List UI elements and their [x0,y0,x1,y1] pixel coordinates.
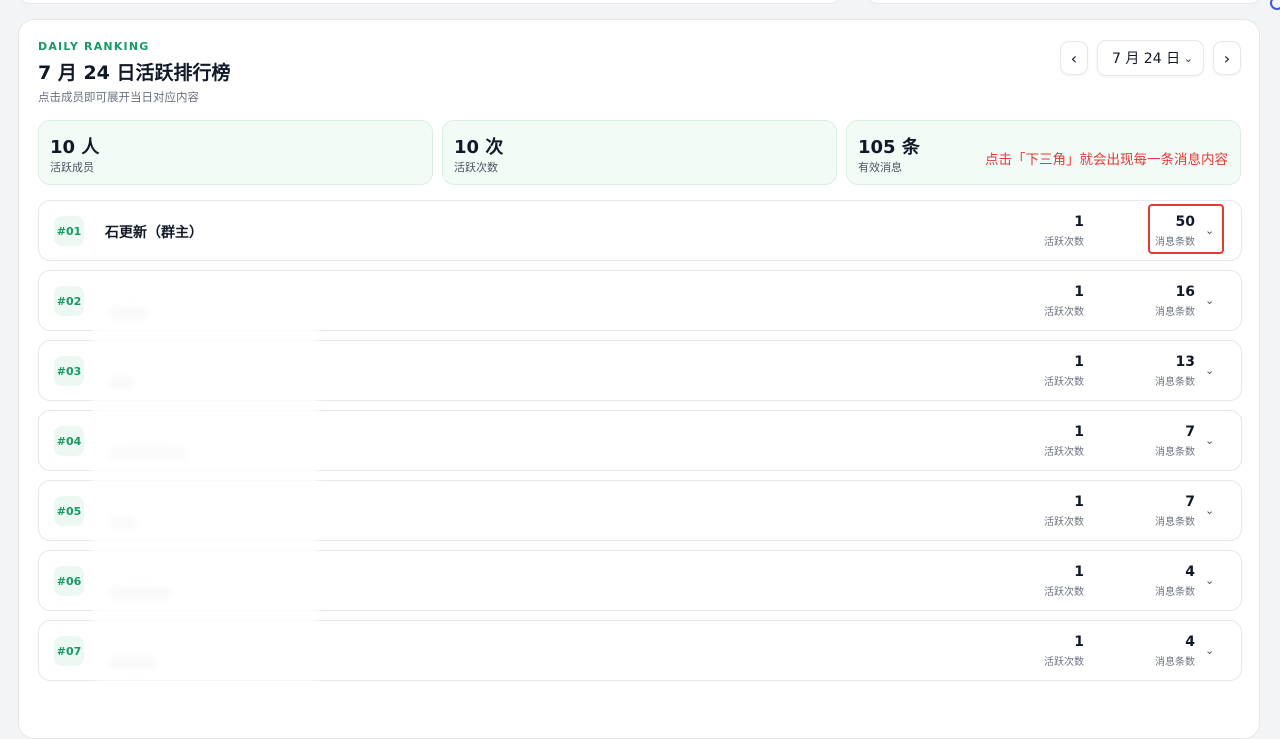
active-caption: 活跃次数 [1044,587,1084,598]
messages-caption: 消息条数 [1155,587,1195,598]
member-name: 石更新（群主） [105,225,203,241]
blurred-member-name [109,586,171,600]
stat-value: 10 次 [454,137,504,158]
active-caption: 活跃次数 [1044,657,1084,668]
annotation-note: 点击「下三角」就会出现每一条消息内容 [985,152,1228,168]
active-count: 1 [1074,214,1084,230]
active-caption: 活跃次数 [1044,307,1084,318]
messages-metric: 4 消息条数 [1135,564,1195,598]
messages-caption: 消息条数 [1155,307,1195,318]
messages-metric: 13 消息条数 [1135,354,1195,388]
message-count: 4 [1185,634,1195,650]
active-count: 1 [1074,284,1084,300]
prev-day-button[interactable]: ‹ [1060,41,1088,75]
messages-caption: 消息条数 [1155,657,1195,668]
stat-value: 10 人 [50,137,100,158]
stat-value: 105 条 [858,137,920,158]
active-metric: 1 活跃次数 [1024,494,1084,528]
blurred-member-name [109,376,135,390]
blurred-member-name [109,306,149,320]
chevron-down-icon: ⌄ [1183,51,1193,65]
ranking-row[interactable]: #06 1 活跃次数 4 消息条数 ⌄ [38,550,1242,611]
messages-caption: 消息条数 [1155,377,1195,388]
rank-badge: #03 [54,356,84,386]
active-count: 1 [1074,634,1084,650]
message-count: 7 [1185,424,1195,440]
messages-metric: 16 消息条数 [1135,284,1195,318]
rank-badge: #04 [54,426,84,456]
blurred-member-name [109,446,187,460]
message-count: 13 [1175,354,1195,370]
cursor-icon [1270,0,1280,10]
rank-badge: #02 [54,286,84,316]
previous-card-edge-right [866,0,1262,4]
active-count: 1 [1074,424,1084,440]
active-metric: 1 活跃次数 [1024,214,1084,248]
expand-chevron-down-icon[interactable]: ⌄ [1205,644,1214,657]
blurred-member-name [109,656,157,670]
ranking-row[interactable]: #04 1 活跃次数 7 消息条数 ⌄ [38,410,1242,471]
rank-badge: #07 [54,636,84,666]
message-count: 16 [1175,284,1195,300]
chevron-right-icon: › [1223,48,1231,68]
date-select[interactable]: 7 月 24 日 ⌄ [1097,40,1204,76]
active-caption: 活跃次数 [1044,447,1084,458]
stat-active-count: 10 次 活跃次数 [442,120,837,185]
message-count: 4 [1185,564,1195,580]
selected-date: 7 月 24 日 [1112,51,1181,67]
active-metric: 1 活跃次数 [1024,424,1084,458]
stat-label: 活跃成员 [50,161,94,174]
ranking-row[interactable]: #05 1 活跃次数 7 消息条数 ⌄ [38,480,1242,541]
section-kicker: DAILY RANKING [38,40,150,53]
active-caption: 活跃次数 [1044,237,1084,248]
stat-label: 有效消息 [858,161,902,174]
messages-metric: 7 消息条数 [1135,494,1195,528]
rank-badge: #01 [54,216,84,246]
active-caption: 活跃次数 [1044,377,1084,388]
rank-badge: #06 [54,566,84,596]
active-metric: 1 活跃次数 [1024,354,1084,388]
active-count: 1 [1074,564,1084,580]
blurred-member-name [109,516,137,530]
ranking-row[interactable]: #02 1 活跃次数 16 消息条数 ⌄ [38,270,1242,331]
active-metric: 1 活跃次数 [1024,284,1084,318]
expand-chevron-down-icon[interactable]: ⌄ [1205,364,1214,377]
stat-label: 活跃次数 [454,161,498,174]
message-count: 7 [1185,494,1195,510]
messages-metric: 4 消息条数 [1135,634,1195,668]
messages-caption: 消息条数 [1155,447,1195,458]
active-metric: 1 活跃次数 [1024,564,1084,598]
rank-badge: #05 [54,496,84,526]
active-metric: 1 活跃次数 [1024,634,1084,668]
expand-chevron-down-icon[interactable]: ⌄ [1205,574,1214,587]
next-day-button[interactable]: › [1213,41,1241,75]
page-subtitle: 点击成员即可展开当日对应内容 [38,90,199,104]
stat-active-members: 10 人 活跃成员 [38,120,433,185]
ranking-row[interactable]: #01 石更新（群主） 1 活跃次数 50 消息条数 ⌄ [38,200,1242,261]
active-caption: 活跃次数 [1044,517,1084,528]
ranking-row[interactable]: #03 1 活跃次数 13 消息条数 ⌄ [38,340,1242,401]
expand-chevron-down-icon[interactable]: ⌄ [1205,504,1214,517]
chevron-left-icon: ‹ [1070,48,1078,68]
expand-chevron-down-icon[interactable]: ⌄ [1205,294,1214,307]
ranking-row[interactable]: #07 1 活跃次数 4 消息条数 ⌄ [38,620,1242,681]
active-count: 1 [1074,354,1084,370]
annotation-highlight-box [1148,204,1224,254]
messages-metric: 7 消息条数 [1135,424,1195,458]
daily-ranking-panel: DAILY RANKING 7 月 24 日活跃排行榜 点击成员即可展开当日对应… [18,19,1260,739]
active-count: 1 [1074,494,1084,510]
previous-card-edge [18,0,842,4]
messages-caption: 消息条数 [1155,517,1195,528]
expand-chevron-down-icon[interactable]: ⌄ [1205,434,1214,447]
page-title: 7 月 24 日活跃排行榜 [38,62,231,84]
